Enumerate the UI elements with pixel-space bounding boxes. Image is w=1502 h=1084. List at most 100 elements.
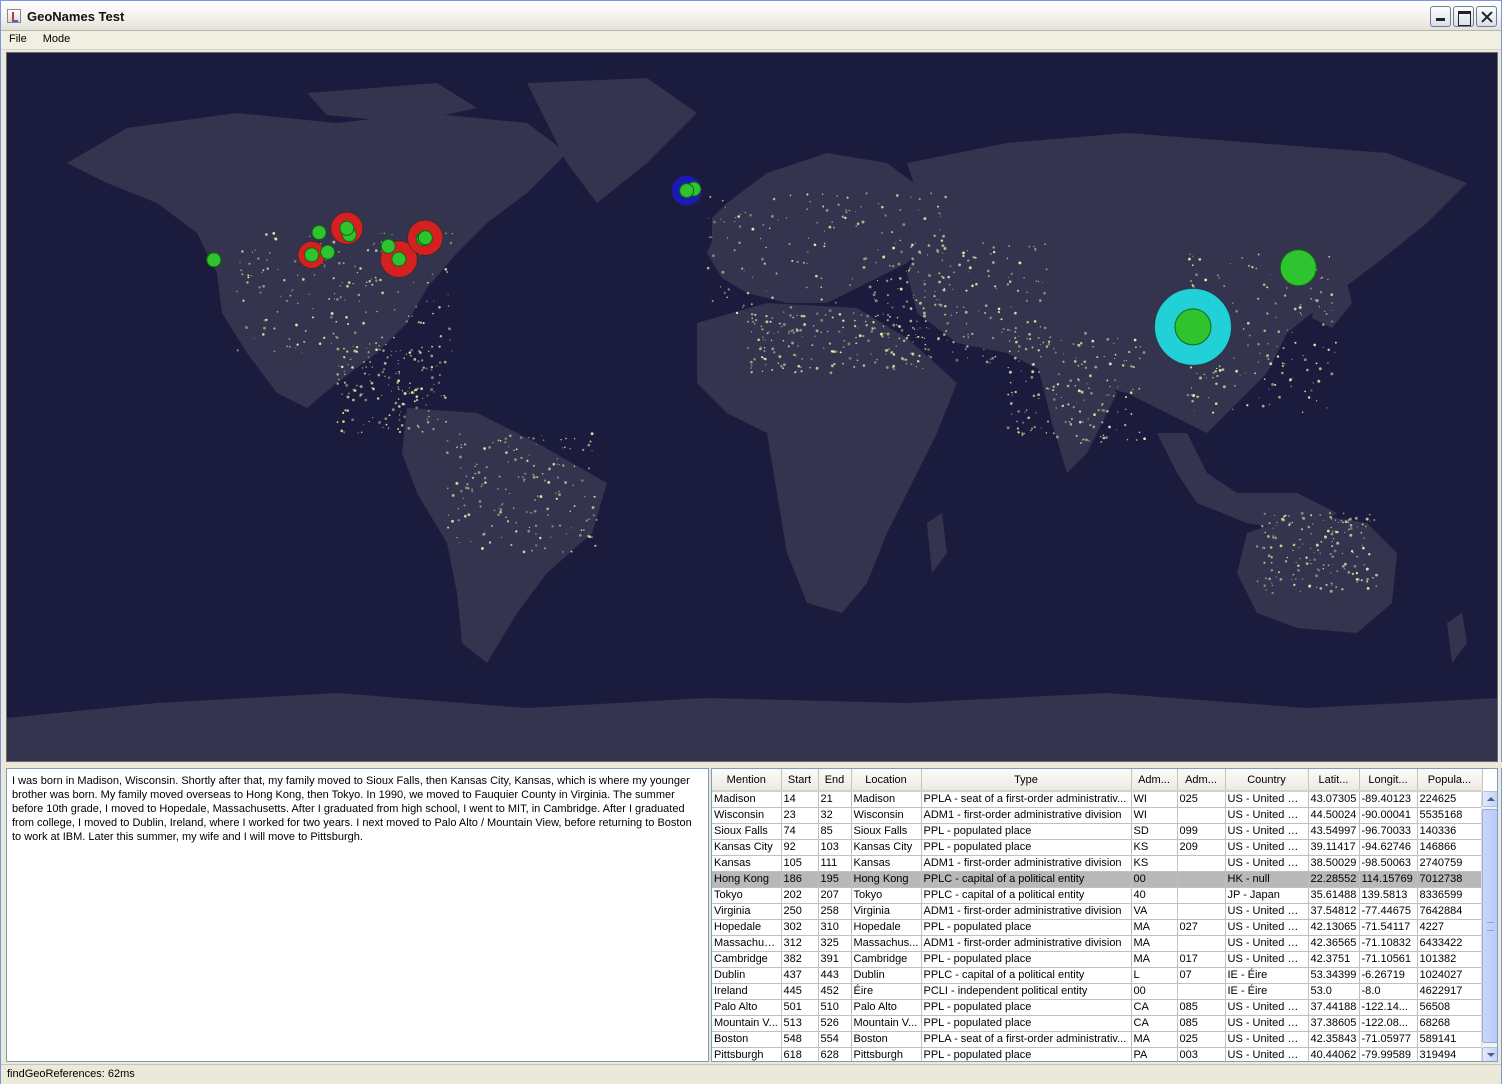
table-row[interactable]: Palo Alto 501 510 Palo Alto PPL - populated … [712,999,1483,1016]
column-header[interactable]: Country [1225,769,1309,792]
table-row[interactable]: Wisconsin 23 32 Wisconsin ADM1 - first-order… [712,807,1483,824]
city-light [1078,420,1082,424]
scroll-up-button[interactable] [1482,791,1497,807]
table-row[interactable]: Hong Kong 186 195 Hong Kong PPLC - capital o… [712,871,1483,888]
column-header[interactable]: Mention [712,769,782,792]
column-header[interactable]: Adm... [1177,769,1226,792]
city-light [778,322,781,325]
table-cell: 202 [781,887,819,904]
location-marker[interactable] [311,224,327,240]
column-header[interactable]: Latit... [1308,769,1360,792]
location-marker[interactable] [320,244,336,260]
city-light [1329,589,1333,593]
city-light [762,224,765,226]
city-light [498,475,501,478]
city-light [928,355,930,357]
city-light [1101,409,1103,411]
location-marker[interactable] [1279,249,1317,287]
table-row[interactable]: Cambridge 382 391 Cambridge PPL - populated … [712,951,1483,968]
city-light [1266,312,1269,315]
table-scrollbar[interactable] [1481,791,1497,1061]
table-row[interactable]: Sioux Falls 74 85 Sioux Falls PPL - populate… [712,823,1483,840]
city-light [250,274,252,277]
table-row[interactable]: Kansas City 92 103 Kansas City PPL - populat… [712,839,1483,856]
location-marker[interactable] [206,252,222,268]
table-row[interactable]: Boston 548 554 Boston PPLA - seat of a first… [712,1031,1483,1048]
title-bar[interactable]: GeoNames Test [1,1,1501,31]
city-light [451,519,454,523]
city-light [1257,343,1260,346]
city-light [800,314,804,318]
table-row[interactable]: Mountain V... 513 526 Mountain V... PPL - po… [712,1015,1483,1032]
close-button[interactable] [1476,6,1497,27]
table-row[interactable]: Ireland 445 452 Éire PCLI - independent poli… [712,983,1483,1000]
city-light [479,505,482,508]
city-light [1022,421,1025,424]
city-light [340,429,344,433]
column-header[interactable]: Popula... [1417,769,1483,792]
city-light [1286,287,1288,289]
document-text-area[interactable]: I was born in Madison, Wisconsin. Shortl… [6,768,709,1062]
table-row[interactable]: Hopedale 302 310 Hopedale PPL - populated pl… [712,919,1483,936]
location-marker[interactable] [679,183,695,199]
city-light [987,275,990,278]
minimize-button[interactable] [1430,6,1451,27]
scroll-down-button[interactable] [1482,1047,1497,1061]
location-marker[interactable] [380,238,396,254]
city-light [1067,403,1070,406]
city-light [407,390,409,393]
column-header[interactable]: Longit... [1359,769,1418,792]
city-light [1103,355,1106,358]
city-light [1302,543,1304,545]
city-light [405,353,407,355]
city-light [1299,590,1302,592]
location-marker[interactable] [417,230,433,246]
column-header[interactable]: Adm... [1131,769,1178,792]
city-light [362,392,364,395]
city-light [891,306,894,309]
city-light [1241,257,1243,259]
location-marker[interactable] [339,220,355,236]
city-light [1130,365,1134,368]
city-light [344,299,346,301]
city-light [1288,522,1292,526]
table-row[interactable]: Massachus... 312 325 Massachus... ADM1 - fir… [712,935,1483,952]
table-row[interactable]: Virginia 250 258 Virginia ADM1 - first-order… [712,903,1483,920]
city-light [569,510,571,513]
menu-file[interactable]: File [1,31,35,49]
city-light [394,401,398,405]
city-light [813,243,817,247]
city-light [822,205,825,208]
city-light [1090,392,1093,395]
menu-mode[interactable]: Mode [35,31,79,49]
table-row[interactable]: Kansas 105 111 Kansas ADM1 - first-order adm… [712,855,1483,872]
column-header[interactable]: Start [781,769,819,792]
city-light [337,250,340,253]
table-cell: PPLA - seat of a first-order administrat… [921,1031,1132,1048]
column-header[interactable]: Location [851,769,922,792]
scroll-thumb[interactable] [1482,809,1497,1043]
location-marker[interactable] [1174,308,1212,346]
city-light [870,330,874,333]
table-cell: L [1131,967,1178,984]
table-row[interactable]: Tokyo 202 207 Tokyo PPLC - capital of a poli… [712,887,1483,904]
city-light [846,196,849,199]
city-light [352,398,355,402]
city-light [1315,362,1318,365]
column-header[interactable]: End [818,769,852,792]
maximize-button[interactable] [1453,6,1474,27]
city-light [382,426,384,429]
table-row[interactable]: Madison 14 21 Madison PPLA - seat of a first… [712,791,1483,808]
city-light [1263,561,1266,564]
table-row[interactable]: Dublin 437 443 Dublin PPLC - capital of a po… [712,967,1483,984]
column-header[interactable]: Type [921,769,1132,792]
world-map[interactable] [6,52,1498,762]
location-marker[interactable] [391,251,407,267]
world-map-canvas[interactable] [7,53,1498,762]
city-light [878,203,880,205]
city-light [444,268,448,271]
location-marker[interactable] [304,247,320,263]
table-row[interactable]: Pittsburgh 618 628 Pittsburgh PPL - populate… [712,1047,1483,1061]
city-light [927,244,931,247]
city-light [558,464,560,466]
